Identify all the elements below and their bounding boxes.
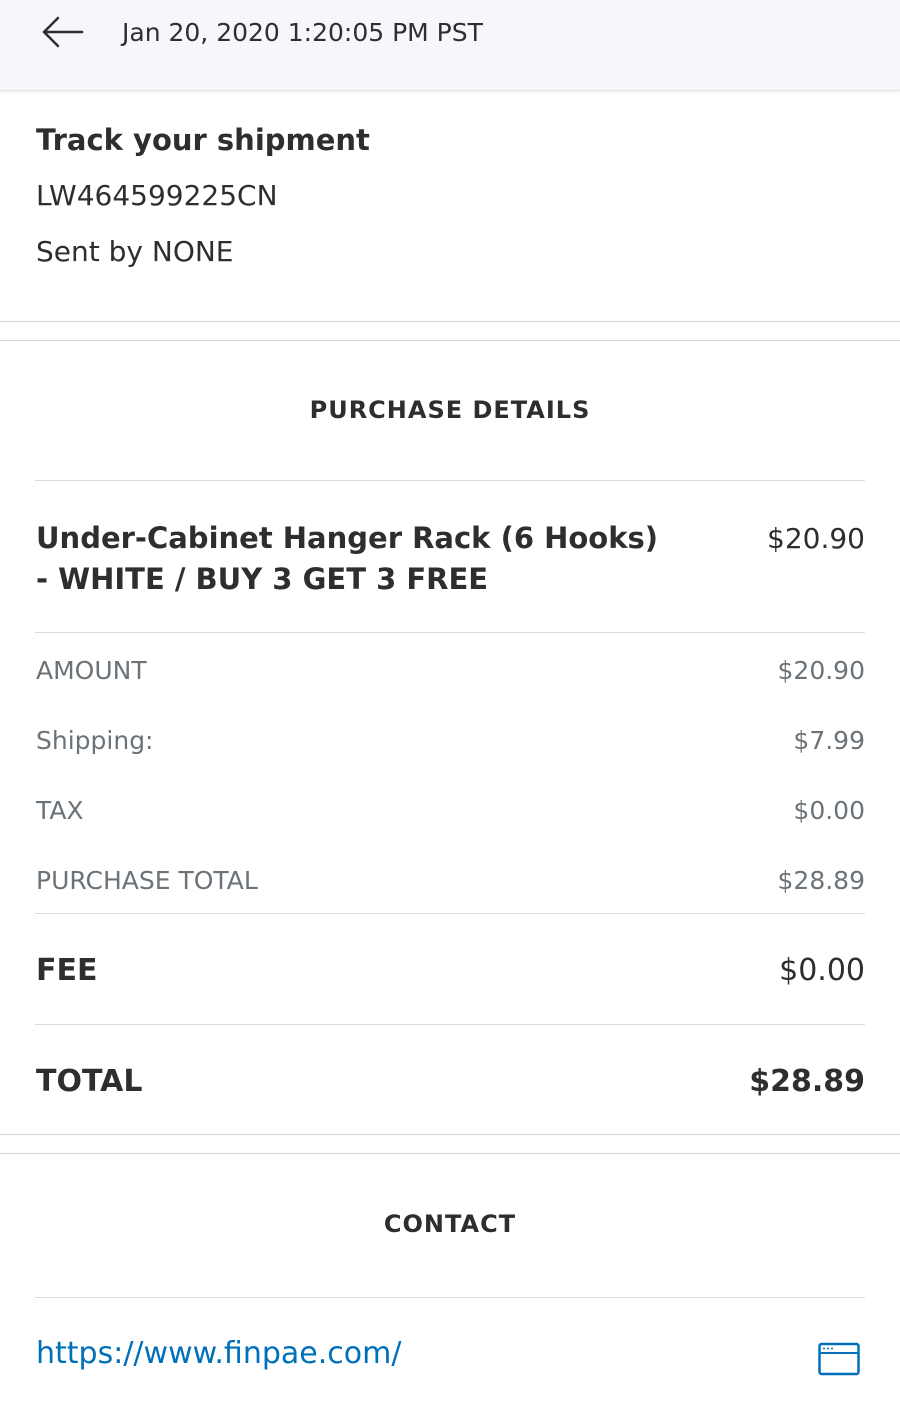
fee-row: FEE $0.00 xyxy=(36,950,865,990)
divider xyxy=(35,1297,865,1298)
divider xyxy=(35,913,865,914)
tax-value: $0.00 xyxy=(793,795,865,825)
tax-label: TAX xyxy=(36,795,84,825)
tracking-section: Track your shipment LW464599225CN Sent b… xyxy=(36,120,370,272)
purchase-total-value: $28.89 xyxy=(777,865,865,895)
divider xyxy=(35,632,865,633)
purchase-total-row: PURCHASE TOTAL $28.89 xyxy=(36,860,865,900)
total-row: TOTAL $28.89 xyxy=(36,1061,865,1101)
amount-value: $20.90 xyxy=(777,655,865,685)
top-bar: Jan 20, 2020 1:20:05 PM PST xyxy=(0,0,900,91)
amount-row: AMOUNT $20.90 xyxy=(36,650,865,690)
shipping-value: $7.99 xyxy=(793,725,865,755)
tracking-sender: Sent by NONE xyxy=(36,235,234,268)
tracking-title: Track your shipment xyxy=(36,123,370,157)
purchase-details-heading: PURCHASE DETAILS xyxy=(309,396,591,424)
browser-window-icon[interactable] xyxy=(818,1342,860,1376)
shipping-row: Shipping: $7.99 xyxy=(36,720,865,760)
divider xyxy=(35,480,865,481)
divider xyxy=(35,1024,865,1025)
tax-row: TAX $0.00 xyxy=(36,790,865,830)
tracking-number[interactable]: LW464599225CN xyxy=(36,176,370,216)
item-price: $20.90 xyxy=(767,522,865,555)
transaction-date: Jan 20, 2020 1:20:05 PM PST xyxy=(122,18,483,47)
back-button[interactable] xyxy=(36,10,88,54)
divider xyxy=(0,321,900,322)
arrow-left-icon xyxy=(42,16,84,48)
total-label: TOTAL xyxy=(36,1063,143,1099)
contact-heading: CONTACT xyxy=(383,1210,517,1238)
divider xyxy=(0,1134,900,1135)
total-value: $28.89 xyxy=(749,1063,865,1099)
fee-label: FEE xyxy=(36,952,98,988)
divider xyxy=(0,340,900,341)
fee-value: $0.00 xyxy=(779,952,865,988)
divider xyxy=(0,1153,900,1154)
shipping-label: Shipping: xyxy=(36,725,154,755)
merchant-website-link[interactable]: https://www.finpae.com/ xyxy=(36,1334,401,1374)
item-name: Under-Cabinet Hanger Rack (6 Hooks) - WH… xyxy=(36,521,659,596)
amount-label: AMOUNT xyxy=(36,655,147,685)
purchase-total-label: PURCHASE TOTAL xyxy=(36,865,258,895)
